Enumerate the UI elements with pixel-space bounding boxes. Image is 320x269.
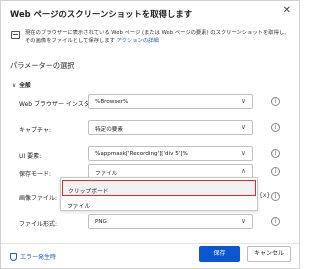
screen-icon xyxy=(11,31,20,39)
image-file-label: 画像ファイル: xyxy=(19,195,58,202)
screenshot-dialog: Web ページのスクリーンショットを取得します ✕ 現在のブラウザーに表示されて… xyxy=(0,0,300,269)
chevron-down-icon: ∨ xyxy=(12,83,17,89)
option-clipboard[interactable]: クリップボード xyxy=(62,180,256,196)
general-group-header[interactable]: ∨ 全般 xyxy=(12,80,31,89)
info-icon[interactable]: i xyxy=(271,149,280,158)
close-icon[interactable]: ✕ xyxy=(283,6,291,16)
file-format-select[interactable]: PNG ∨ xyxy=(88,214,253,229)
capture-label: キャプチャ: xyxy=(19,127,51,134)
dialog-title: Web ページのスクリーンショットを取得します xyxy=(10,9,193,19)
file-format-value: PNG xyxy=(95,219,107,225)
capture-select[interactable]: 特定の要素 ∨ xyxy=(88,120,253,135)
dialog-description: 現在のブラウザーに表示されている Web ページ (または Web ページの要素… xyxy=(25,29,293,45)
file-format-label: ファイル形式: xyxy=(19,221,58,228)
footer-divider xyxy=(1,243,299,244)
section-title: パラメーターの選択 xyxy=(10,61,75,70)
ui-element-value: %appmask['Recording']['div 5']% xyxy=(95,151,188,157)
chevron-down-icon: ∨ xyxy=(240,97,246,105)
variable-icon[interactable]: {x} xyxy=(259,192,270,199)
browser-instance-select[interactable]: %Browser% ∨ xyxy=(88,94,253,109)
info-icon[interactable]: i xyxy=(271,167,280,176)
action-details-link[interactable]: アクションの詳細 xyxy=(117,38,159,44)
capture-value: 特定の要素 xyxy=(95,127,123,133)
shield-icon xyxy=(10,253,17,261)
error-handling-label: エラー発生時 xyxy=(20,254,57,261)
ui-element-label: UI 要素: xyxy=(19,153,42,160)
save-button[interactable]: 保存 xyxy=(199,246,240,262)
group-label: 全般 xyxy=(19,83,31,89)
save-mode-dropdown: クリップボード ファイル xyxy=(60,177,258,211)
chevron-up-icon: ∧ xyxy=(240,167,246,175)
error-handling-link[interactable]: エラー発生時 xyxy=(10,252,56,261)
save-mode-label: 保存モード: xyxy=(19,171,52,178)
chevron-down-icon: ∨ xyxy=(240,149,246,157)
description-text-end: イルとして保存します xyxy=(62,38,115,44)
ui-element-select[interactable]: %appmask['Recording']['div 5']% ∨ xyxy=(88,146,253,161)
chevron-down-icon: ∨ xyxy=(240,123,246,131)
info-icon[interactable]: i xyxy=(271,192,280,201)
browser-instance-value: %Browser% xyxy=(95,99,129,105)
info-icon[interactable]: i xyxy=(271,97,280,106)
cancel-button[interactable]: キャンセル xyxy=(247,246,291,262)
info-icon[interactable]: i xyxy=(271,123,280,132)
chevron-down-icon: ∨ xyxy=(240,217,246,225)
option-file[interactable]: ファイル xyxy=(62,196,256,212)
info-icon[interactable]: i xyxy=(271,217,280,226)
